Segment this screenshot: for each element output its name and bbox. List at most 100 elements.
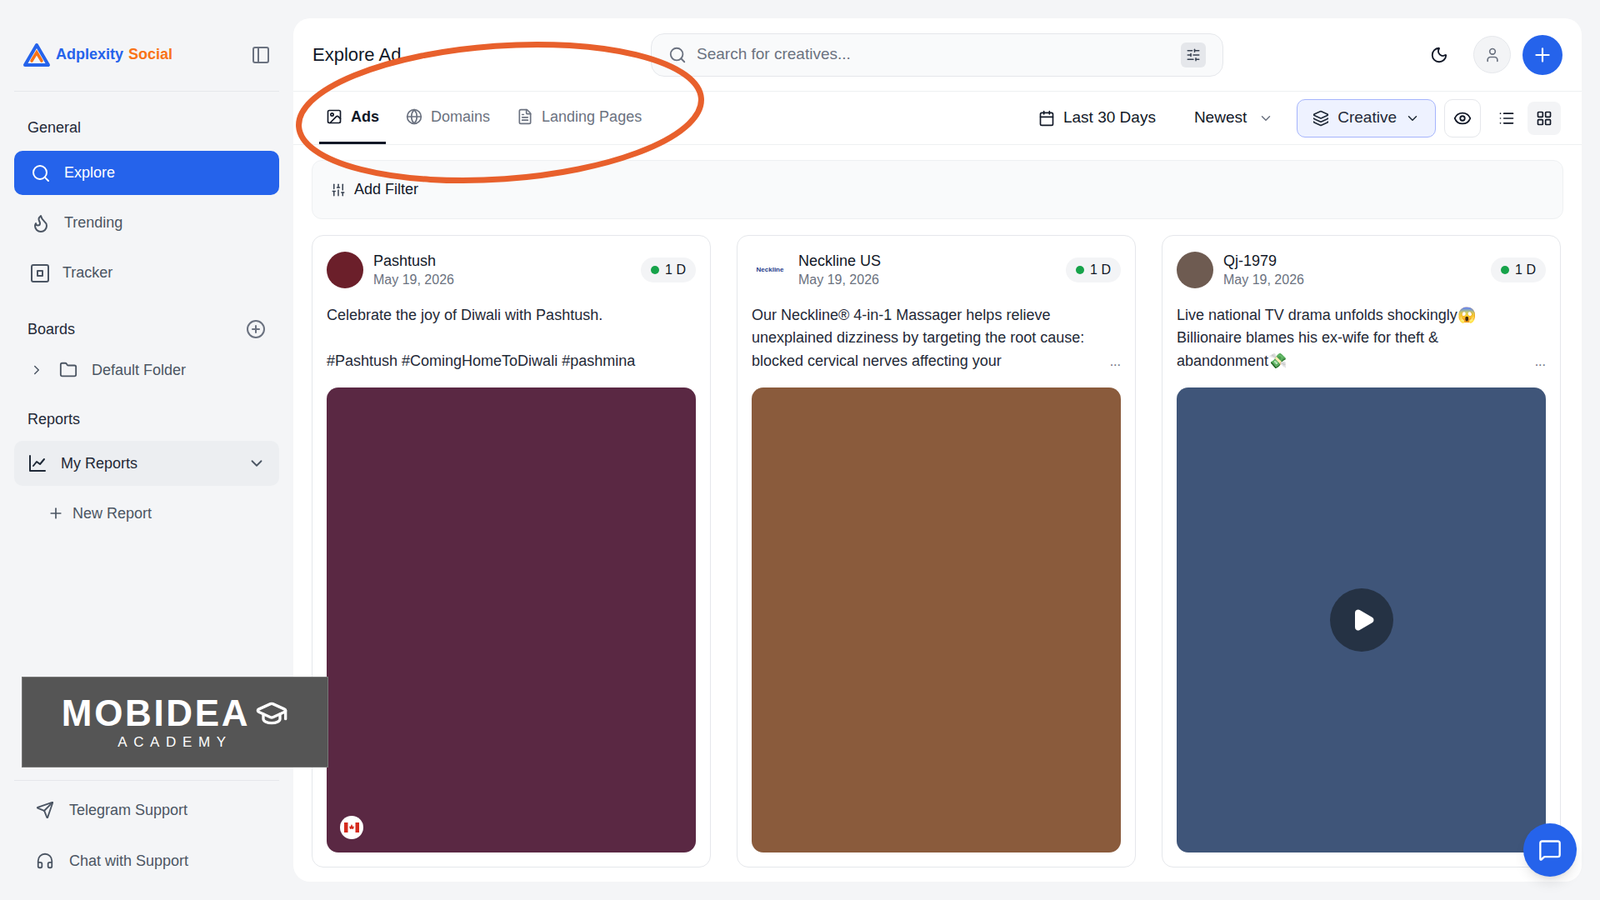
status-dot xyxy=(1500,265,1510,275)
section-title: Boards xyxy=(27,318,75,341)
search-filter-button[interactable] xyxy=(1180,42,1206,68)
card-grid: PashtushMay 19, 20261 DCelebrate the joy… xyxy=(311,235,1561,868)
add-board-icon[interactable] xyxy=(245,319,266,340)
chat-icon xyxy=(1538,838,1562,862)
layout-toggle[interactable] xyxy=(1527,101,1561,135)
ad-text: Celebrate the joy of Diwali with Pashtus… xyxy=(326,304,696,374)
advertiser-avatar: Neckline xyxy=(751,251,789,289)
headphones-icon xyxy=(35,851,55,870)
grid-icon xyxy=(1535,110,1553,127)
chat-launcher[interactable] xyxy=(1523,823,1577,877)
graduation-cap-icon xyxy=(255,696,289,730)
date-range-button[interactable]: Last 30 Days xyxy=(1038,105,1156,130)
ad-media[interactable] xyxy=(1176,387,1546,853)
more-text[interactable]: ... xyxy=(1535,350,1546,374)
watermark: MOBIDEAACADEMY xyxy=(21,676,329,768)
more-text[interactable]: ... xyxy=(1110,350,1121,374)
search-icon xyxy=(30,163,51,184)
file-icon xyxy=(516,108,534,125)
chevron-right-icon xyxy=(29,362,45,378)
card-header: PashtushMay 19, 2026 1 D xyxy=(326,250,696,290)
sort-dropdown[interactable]: Newest xyxy=(1194,105,1274,130)
user-avatar[interactable] xyxy=(1473,35,1511,74)
card-header: Neckline Neckline USMay 19, 2026 1 D xyxy=(751,250,1121,290)
ad-card[interactable]: Qj-1979May 19, 2026 1 D Live national TV d… xyxy=(1161,235,1561,868)
page-title: Explore Ad xyxy=(312,40,651,69)
calendar-icon xyxy=(1038,110,1055,127)
status-dot xyxy=(650,265,660,275)
eye-icon xyxy=(1453,109,1472,128)
moon-icon xyxy=(1430,45,1449,65)
report-group[interactable]: My Reports xyxy=(14,440,280,486)
age-badge: 1 D xyxy=(1490,257,1546,283)
ad-text: Our Neckline® 4-in-1 Massager helps reli… xyxy=(751,304,1105,374)
ad-media[interactable] xyxy=(326,387,696,853)
status-dot xyxy=(1075,265,1085,275)
age-badge: 1 D xyxy=(1065,257,1121,283)
support-link[interactable]: Chat with Support xyxy=(14,837,280,885)
telegram-icon xyxy=(35,800,55,820)
user-icon xyxy=(1484,46,1501,64)
view-mode-dropdown[interactable]: Creative xyxy=(1296,99,1436,138)
line-chart-icon xyxy=(27,453,48,474)
top-bar: Explore AdSearch for creatives... xyxy=(293,18,1582,92)
sidebar-item[interactable]: Explore xyxy=(14,150,280,195)
highlight-annotation xyxy=(0,0,1600,900)
play-button[interactable] xyxy=(1330,588,1394,652)
chevron-down-icon xyxy=(1405,110,1420,126)
advertiser-name[interactable]: Pashtush xyxy=(373,250,631,271)
tab[interactable]: Ads xyxy=(319,91,386,145)
new-report-button[interactable]: New Report xyxy=(14,491,280,535)
sliders-icon xyxy=(1185,47,1201,63)
tracker-icon xyxy=(30,264,50,283)
flame-icon xyxy=(30,213,51,234)
flag-icon xyxy=(340,815,364,840)
play-icon xyxy=(1350,607,1376,633)
chevron-down-icon xyxy=(1258,110,1274,126)
app: AdplexitySocial General Explore Trending Tra… xyxy=(0,0,1600,900)
plus-icon xyxy=(1531,44,1554,66)
ad-card[interactable]: PashtushMay 19, 2026 1 D Celebrate the joy… xyxy=(311,235,711,868)
chevron-down-icon xyxy=(247,454,266,473)
sidebar-header: AdplexitySocial xyxy=(14,18,280,92)
ad-date: May 19, 2026 xyxy=(798,270,1056,290)
ad-media[interactable] xyxy=(751,387,1121,853)
ad-card[interactable]: Neckline Neckline USMay 19, 2026 1 D Our Ne… xyxy=(736,235,1136,868)
support-link[interactable]: Telegram Support xyxy=(14,786,280,834)
globe-icon xyxy=(405,108,423,125)
search-icon xyxy=(668,45,687,65)
filter-bar[interactable]: Add Filter xyxy=(311,160,1564,220)
section-title: Reports xyxy=(14,408,280,431)
advertiser-avatar xyxy=(326,251,364,289)
age-badge: 1 D xyxy=(640,257,696,283)
folder-item[interactable]: Default Folder xyxy=(14,350,280,390)
create-button[interactable] xyxy=(1522,35,1563,75)
tab[interactable]: Domains xyxy=(399,91,497,145)
image-icon xyxy=(325,108,343,125)
logo[interactable]: AdplexitySocial xyxy=(22,42,173,68)
sidebar-toggle-icon[interactable] xyxy=(250,45,271,65)
layout-toggle[interactable] xyxy=(1490,101,1524,135)
plus-icon xyxy=(47,505,65,522)
ad-date: May 19, 2026 xyxy=(1223,270,1481,290)
theme-toggle[interactable] xyxy=(1422,38,1456,72)
preview-toggle[interactable] xyxy=(1444,99,1481,138)
ad-date: May 19, 2026 xyxy=(373,270,631,290)
list-icon xyxy=(1498,110,1515,127)
advertiser-name[interactable]: Qj-1979 xyxy=(1223,250,1481,271)
search-field[interactable]: Search for creatives... xyxy=(650,33,1224,77)
section-title: General xyxy=(14,116,280,140)
layers-icon xyxy=(1312,110,1330,127)
logo-icon xyxy=(22,42,51,68)
folder-icon xyxy=(59,360,78,380)
main-panel: Explore AdSearch for creatives...AdsDoma… xyxy=(293,18,1582,882)
card-header: Qj-1979May 19, 2026 1 D xyxy=(1176,250,1546,290)
sidebar-item[interactable]: Trending xyxy=(14,200,280,245)
ad-text: Live national TV drama unfolds shockingl… xyxy=(1176,304,1530,374)
advertiser-avatar xyxy=(1176,251,1214,289)
sidebar-item[interactable]: Tracker xyxy=(14,250,280,295)
filter-icon xyxy=(330,182,346,198)
advertiser-name[interactable]: Neckline US xyxy=(798,250,1056,271)
tab[interactable]: Landing Pages xyxy=(510,91,649,145)
tab-bar: AdsDomainsLanding Pages Last 30 Days Newes… xyxy=(293,91,1582,145)
